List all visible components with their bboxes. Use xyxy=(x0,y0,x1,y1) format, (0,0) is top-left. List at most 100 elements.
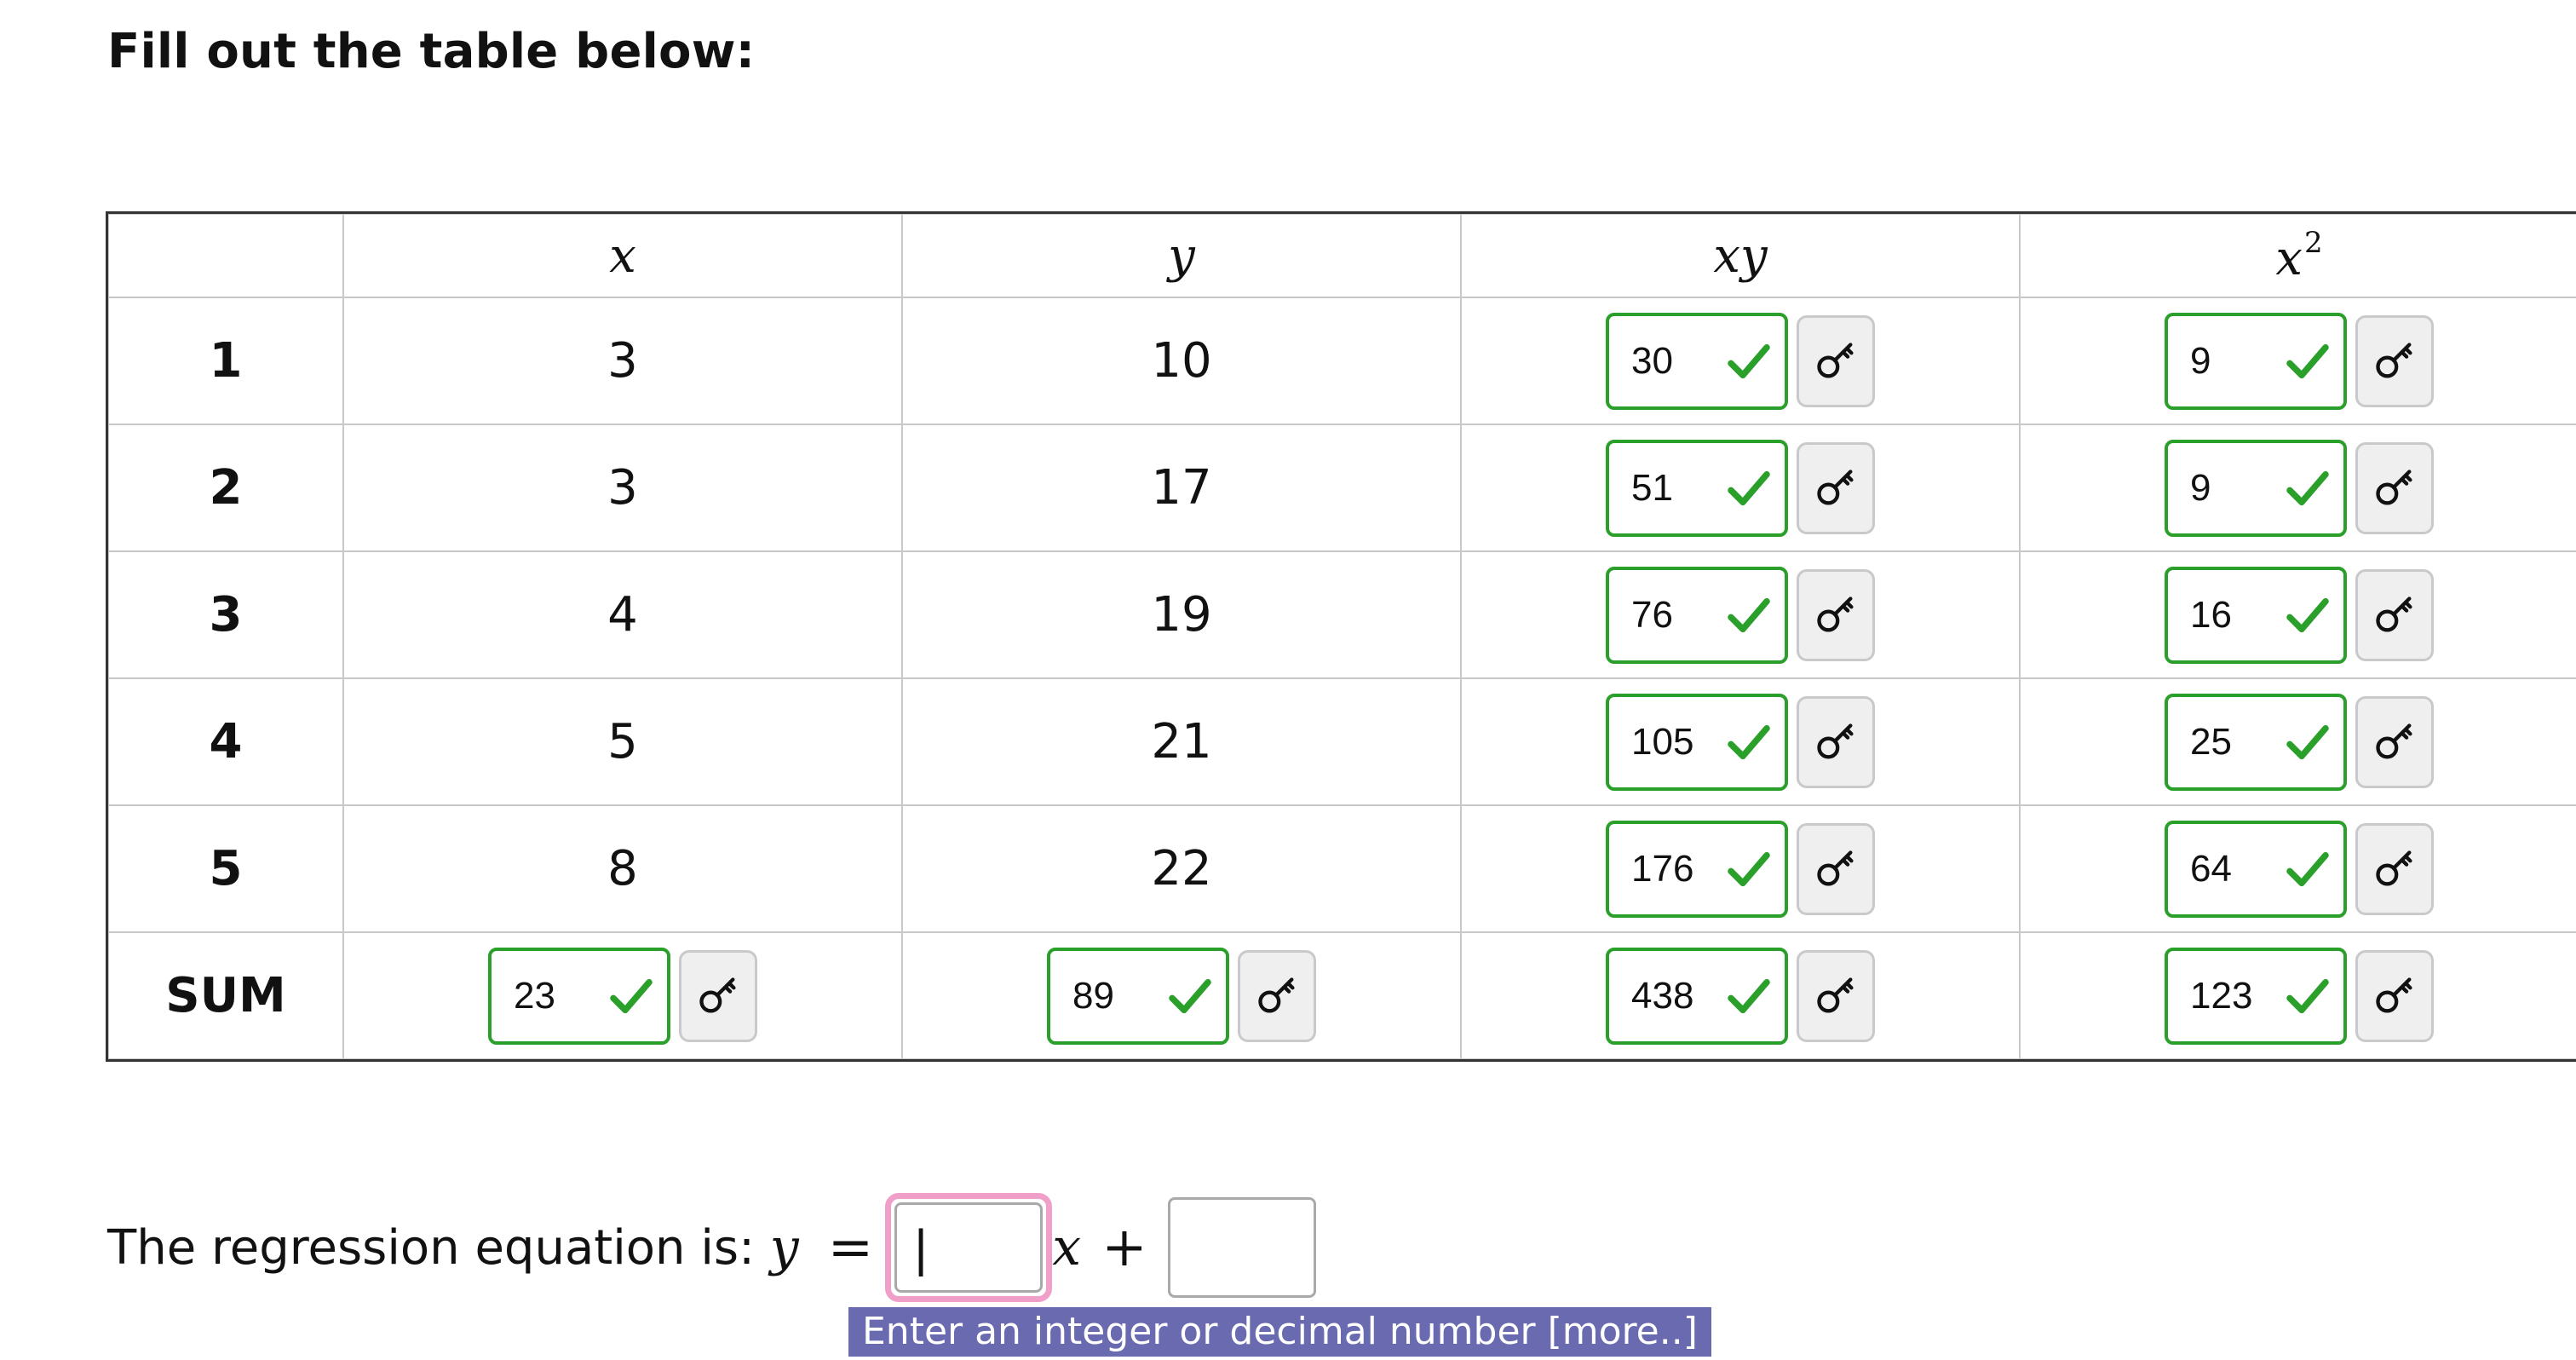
sum-xy-value: 438 xyxy=(1631,974,1694,1017)
xy-value: 30 xyxy=(1631,339,1673,382)
header-y: y xyxy=(901,213,1462,298)
check-icon xyxy=(2284,337,2332,385)
xy-input[interactable]: 76 xyxy=(1606,566,1788,664)
key-button[interactable] xyxy=(1797,441,1875,534)
key-icon xyxy=(1814,974,1858,1018)
key-button[interactable] xyxy=(2355,949,2434,1042)
key-icon xyxy=(1255,974,1299,1018)
key-icon xyxy=(1814,847,1858,891)
sum-x2-input[interactable]: 123 xyxy=(2165,947,2347,1045)
x2-value: 25 xyxy=(2190,720,2232,763)
check-icon xyxy=(1725,718,1773,766)
input-hint-tooltip: Enter an integer or decimal number [more… xyxy=(848,1307,1711,1357)
tooltip-more-link[interactable]: [more..] xyxy=(1548,1310,1698,1353)
x-cell: 5 xyxy=(342,677,903,806)
equation-y: y xyxy=(769,1218,799,1277)
table-row: 5 8 22 176 64 xyxy=(107,804,2576,933)
xy-input[interactable]: 176 xyxy=(1606,820,1788,918)
y-cell: 21 xyxy=(901,677,1462,806)
sum-x2-value: 123 xyxy=(2190,974,2253,1017)
key-button[interactable] xyxy=(1797,695,1875,788)
key-icon xyxy=(2372,339,2417,383)
key-icon xyxy=(2372,974,2417,1018)
slope-input-field[interactable]: | xyxy=(894,1202,1044,1293)
x2-value: 9 xyxy=(2190,466,2211,509)
key-button[interactable] xyxy=(2355,568,2434,661)
xy-value: 76 xyxy=(1631,593,1673,636)
sum-x2-answer: 123 xyxy=(2165,947,2434,1045)
xy-input[interactable]: 51 xyxy=(1606,439,1788,537)
header-x: x xyxy=(342,213,903,298)
x2-input[interactable]: 64 xyxy=(2165,820,2347,918)
check-icon xyxy=(2284,718,2332,766)
sum-x-answer: 23 xyxy=(488,947,757,1045)
xy-cell: 76 xyxy=(1460,550,2021,679)
row-label: 4 xyxy=(107,677,344,806)
x2-cell: 16 xyxy=(2019,550,2576,679)
check-icon xyxy=(1725,972,1773,1020)
check-icon xyxy=(1725,845,1773,893)
check-icon xyxy=(1725,337,1773,385)
x2-answer: 9 xyxy=(2165,312,2434,410)
header-blank xyxy=(107,213,344,298)
sum-y-input[interactable]: 89 xyxy=(1047,947,1229,1045)
sum-y-value: 89 xyxy=(1072,974,1114,1017)
y-cell: 17 xyxy=(901,424,1462,552)
check-icon xyxy=(1725,464,1773,512)
key-button[interactable] xyxy=(1797,314,1875,407)
key-button[interactable] xyxy=(1797,949,1875,1042)
key-icon xyxy=(2372,720,2417,764)
xy-cell: 105 xyxy=(1460,677,2021,806)
row-label: 2 xyxy=(107,424,344,552)
key-button[interactable] xyxy=(679,949,757,1042)
xy-value: 105 xyxy=(1631,720,1694,763)
check-icon xyxy=(1725,591,1773,639)
slope-input[interactable]: | xyxy=(885,1193,1053,1302)
row-label: 1 xyxy=(107,297,344,425)
key-button[interactable] xyxy=(2355,822,2434,915)
y-cell: 22 xyxy=(901,804,1462,933)
sum-y-answer: 89 xyxy=(1047,947,1316,1045)
x2-input[interactable]: 16 xyxy=(2165,566,2347,664)
table-header-row: x y xy x2 xyxy=(107,213,2576,298)
key-icon xyxy=(2372,847,2417,891)
xy-input[interactable]: 105 xyxy=(1606,693,1788,791)
regression-equation: The regression equation is: y = | x + xyxy=(107,1193,1316,1302)
key-button[interactable] xyxy=(1797,568,1875,661)
x2-answer: 25 xyxy=(2165,693,2434,791)
intercept-input[interactable] xyxy=(1167,1197,1316,1298)
key-button[interactable] xyxy=(2355,695,2434,788)
sum-y-cell: 89 xyxy=(901,931,1462,1060)
sum-x2-cell: 123 xyxy=(2019,931,2576,1060)
key-button[interactable] xyxy=(2355,441,2434,534)
xy-value: 51 xyxy=(1631,466,1673,509)
key-icon xyxy=(696,974,740,1018)
row-label: 5 xyxy=(107,804,344,933)
xy-input[interactable]: 30 xyxy=(1606,312,1788,410)
x2-input[interactable]: 9 xyxy=(2165,439,2347,537)
xy-cell: 51 xyxy=(1460,424,2021,552)
x2-value: 64 xyxy=(2190,847,2232,890)
x2-input[interactable]: 9 xyxy=(2165,312,2347,410)
key-icon xyxy=(1814,466,1858,510)
header-x2-exponent: 2 xyxy=(2303,225,2323,260)
data-table: x y xy x2 1 3 10 30 9 2 3 17 51 9 3 4 19 76 16 4 5 21 105 2… xyxy=(106,211,2576,1062)
sum-row: SUM 23 89 438 123 xyxy=(107,931,2576,1060)
check-icon xyxy=(607,972,655,1020)
sum-x-input[interactable]: 23 xyxy=(488,947,670,1045)
row-label: 3 xyxy=(107,550,344,679)
check-icon xyxy=(2284,845,2332,893)
key-button[interactable] xyxy=(2355,314,2434,407)
header-x-squared: x2 xyxy=(2019,213,2576,298)
equation-plus: + xyxy=(1101,1216,1147,1279)
sum-xy-input[interactable]: 438 xyxy=(1606,947,1788,1045)
key-button[interactable] xyxy=(1797,822,1875,915)
header-x2-base: x xyxy=(2275,230,2303,286)
x2-value: 16 xyxy=(2190,593,2232,636)
x2-input[interactable]: 25 xyxy=(2165,693,2347,791)
equation-x: x xyxy=(1052,1218,1082,1277)
key-button[interactable] xyxy=(1238,949,1316,1042)
xy-answer: 76 xyxy=(1606,566,1875,664)
xy-cell: 176 xyxy=(1460,804,2021,933)
x2-value: 9 xyxy=(2190,339,2211,382)
